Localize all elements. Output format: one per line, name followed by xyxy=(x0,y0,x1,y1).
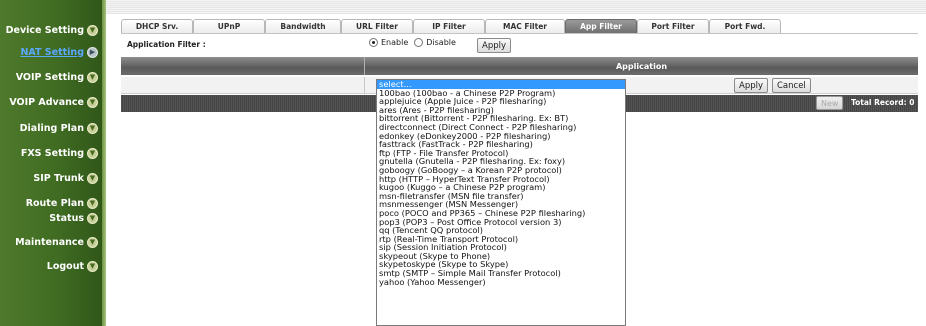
new-button[interactable]: New xyxy=(816,96,844,110)
enable-radio[interactable] xyxy=(369,38,378,47)
enable-label: Enable xyxy=(381,38,409,47)
tab-bandwidth[interactable]: Bandwidth xyxy=(265,19,341,33)
sidebar-item-label: SIP Trunk xyxy=(33,172,84,184)
row-cancel-button[interactable]: Cancel xyxy=(772,78,811,93)
chevron-right-circle-icon: ▶ xyxy=(87,46,98,58)
sidebar-item-status[interactable]: Status ▼ xyxy=(49,210,98,226)
sidebar-item-sip-trunk[interactable]: SIP Trunk ▼ xyxy=(33,170,98,186)
sidebar-item-label: Status xyxy=(49,212,84,224)
column-divider xyxy=(364,77,365,94)
disable-radio[interactable] xyxy=(414,38,424,47)
table-header: Application xyxy=(121,57,918,75)
filter-toggle-row: Application Filter : Enable Disable Appl… xyxy=(121,36,918,54)
chevron-down-circle-icon: ▼ xyxy=(87,197,98,209)
sidebar-item-label: FXS Setting xyxy=(20,147,84,159)
total-record: Total Record: 0 xyxy=(851,98,915,107)
tab-url-filter[interactable]: URL Filter xyxy=(341,19,413,33)
chevron-down-circle-icon: ▼ xyxy=(87,122,98,134)
chevron-down-circle-icon: ▼ xyxy=(87,212,98,224)
sidebar-item-label: VOIP Advance xyxy=(9,96,84,108)
sidebar-item-label: Device Setting xyxy=(5,24,84,36)
tab-port-fwd[interactable]: Port Fwd. xyxy=(709,19,781,33)
sidebar-item-nat-setting[interactable]: NAT Setting ▶ xyxy=(20,44,98,60)
application-filter-label: Application Filter : xyxy=(127,40,206,49)
application-column-header: Application xyxy=(615,61,668,71)
filter-radio-group: Enable Disable xyxy=(369,38,456,47)
sidebar-item-maintenance[interactable]: Maintenance ▼ xyxy=(15,234,98,250)
row-apply-button[interactable]: Apply xyxy=(734,78,768,93)
dropdown-option[interactable]: yahoo (Yahoo Messenger) xyxy=(377,278,625,287)
sidebar-item-label: NAT Setting xyxy=(20,46,84,58)
top-stripe xyxy=(106,0,926,14)
sidebar-item-logout[interactable]: Logout ▼ xyxy=(47,258,98,274)
sidebar-item-route-plan[interactable]: Route Plan ▼ xyxy=(26,195,98,211)
tab-port-filter[interactable]: Port Filter xyxy=(637,19,709,33)
chevron-down-circle-icon: ▼ xyxy=(87,236,98,248)
tab-dhcp-srv[interactable]: DHCP Srv. xyxy=(121,19,193,33)
tab-ip-filter[interactable]: IP Filter xyxy=(413,19,485,33)
chevron-down-circle-icon: ▼ xyxy=(87,96,98,108)
sidebar-item-label: Dialing Plan xyxy=(19,122,84,134)
chevron-down-circle-icon: ▼ xyxy=(87,71,98,83)
sidebar-item-label: VOIP Setting xyxy=(15,71,84,83)
sidebar: Device Setting ▼ NAT Setting ▶ VOIP Sett… xyxy=(0,0,106,326)
sidebar-item-voip-advance[interactable]: VOIP Advance ▼ xyxy=(9,94,98,110)
sidebar-item-device-setting[interactable]: Device Setting ▼ xyxy=(6,22,98,38)
tab-mac-filter[interactable]: MAC Filter xyxy=(485,19,565,33)
chevron-down-circle-icon: ▼ xyxy=(87,260,98,272)
tab-app-filter[interactable]: App Filter xyxy=(565,19,637,33)
sidebar-item-voip-setting[interactable]: VOIP Setting ▼ xyxy=(16,69,98,85)
filter-apply-button[interactable]: Apply xyxy=(477,38,511,53)
sidebar-item-label: Maintenance xyxy=(15,236,84,248)
chevron-down-circle-icon: ▼ xyxy=(87,24,98,36)
sidebar-item-label: Route Plan xyxy=(25,197,84,209)
disable-label: Disable xyxy=(426,38,456,47)
tab-upnp[interactable]: UPnP xyxy=(193,19,265,33)
chevron-down-circle-icon: ▼ xyxy=(87,147,98,159)
sidebar-item-label: Logout xyxy=(46,260,84,272)
sidebar-item-fxs-setting[interactable]: FXS Setting ▼ xyxy=(21,145,98,161)
application-select-dropdown[interactable]: select... 100bao (100bao - a Chinese P2P … xyxy=(376,79,626,326)
sidebar-item-dialing-plan[interactable]: Dialing Plan ▼ xyxy=(20,120,98,136)
chevron-down-circle-icon: ▼ xyxy=(87,172,98,184)
